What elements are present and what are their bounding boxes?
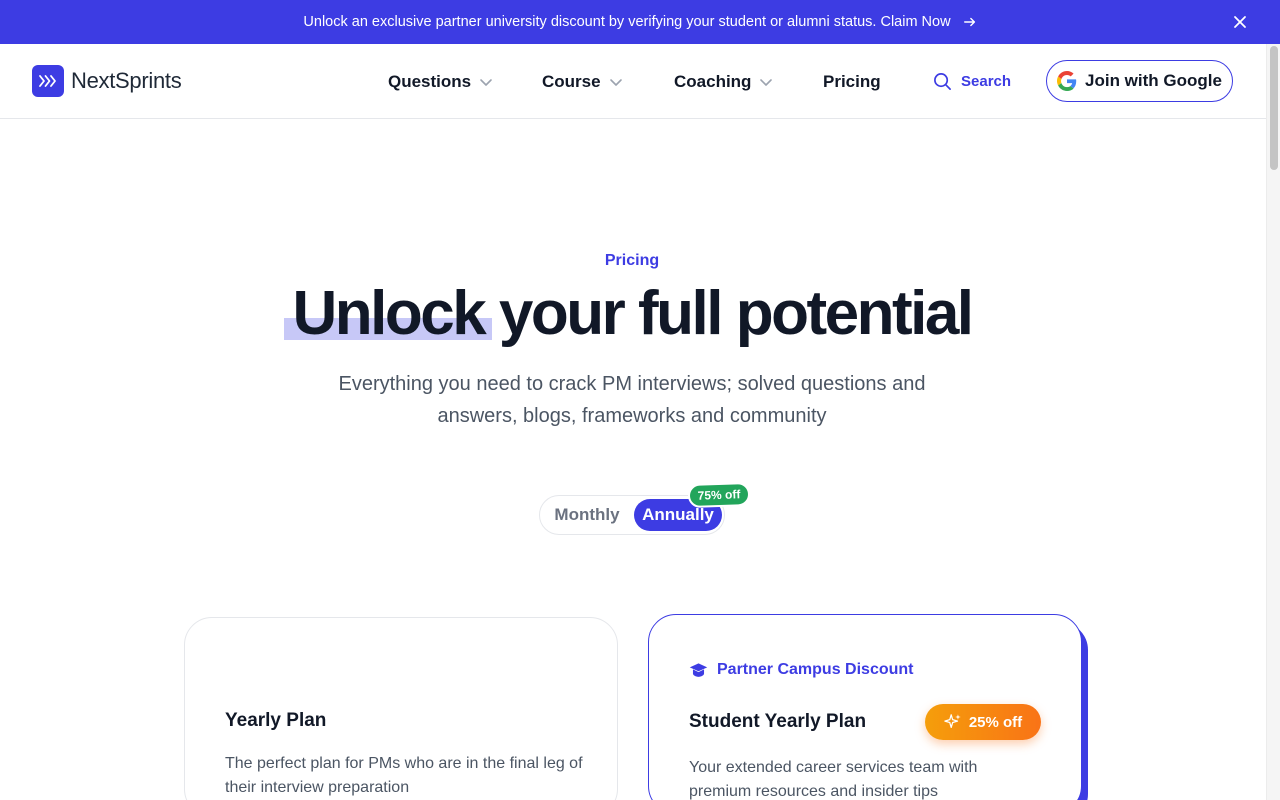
logo[interactable]: NextSprints: [32, 65, 182, 97]
search-button[interactable]: Search: [933, 44, 1011, 119]
logo-text: NextSprints: [71, 68, 182, 93]
google-icon: [1057, 71, 1077, 91]
student-discount-label: 25% off: [968, 713, 1023, 731]
student-discount-badge: 25% off: [925, 704, 1041, 740]
nav-coaching[interactable]: Coaching: [674, 44, 773, 119]
close-icon[interactable]: [1232, 14, 1248, 30]
chevron-down-icon: [760, 78, 773, 86]
join-with-google-label: Join with Google: [1085, 71, 1222, 90]
arrow-right-icon[interactable]: [963, 15, 977, 29]
headline-highlight: Unlock: [284, 279, 492, 348]
nav-pricing[interactable]: Pricing: [823, 44, 881, 119]
plan-description: The perfect plan for PMs who are in the …: [225, 755, 583, 796]
scrollbar-thumb[interactable]: [1270, 46, 1278, 170]
nav-coaching-label: Coaching: [674, 71, 752, 91]
logo-mark-icon: [32, 65, 64, 97]
search-icon: [934, 73, 951, 90]
graduation-cap-icon: [689, 662, 708, 677]
nav-pricing-label: Pricing: [823, 71, 881, 91]
toggle-monthly[interactable]: Monthly: [540, 496, 634, 534]
plan-card-yearly[interactable]: Yearly Plan The perfect plan for PMs who…: [184, 617, 618, 800]
site-header: NextSprints Questions Course Coaching Pr…: [0, 44, 1266, 119]
plan-title: Student Yearly Plan: [689, 711, 867, 732]
nav-course-label: Course: [542, 71, 601, 91]
page-subtitle: Everything you need to crack PM intervie…: [338, 373, 926, 427]
partner-campus-label: Partner Campus Discount: [717, 661, 914, 678]
annual-discount-badge: 75% off: [687, 481, 751, 509]
headline-rest: your full potential: [498, 279, 974, 348]
chevron-down-icon: [480, 78, 492, 86]
nav-questions[interactable]: Questions: [388, 44, 493, 119]
join-with-google-button[interactable]: Join with Google: [1046, 60, 1233, 102]
page-title: Unlock your full potential: [0, 278, 1264, 350]
plan-description: Your extended career services team with …: [689, 759, 978, 800]
nav-questions-label: Questions: [388, 71, 472, 91]
sparkle-icon: [944, 714, 961, 729]
partner-campus-tag: Partner Campus Discount: [689, 661, 913, 679]
announcement-banner: Unlock an exclusive partner university d…: [0, 0, 1280, 44]
plan-card-student-yearly[interactable]: Partner Campus Discount Student Yearly P…: [648, 614, 1082, 800]
page-scrollbar[interactable]: [1266, 44, 1280, 800]
chevron-down-icon: [609, 78, 622, 86]
section-eyebrow: Pricing: [604, 252, 660, 269]
nav-course[interactable]: Course: [542, 44, 623, 119]
banner-text[interactable]: Unlock an exclusive partner university d…: [303, 14, 950, 30]
plan-title: Yearly Plan: [225, 710, 327, 731]
search-label: Search: [961, 73, 1012, 90]
